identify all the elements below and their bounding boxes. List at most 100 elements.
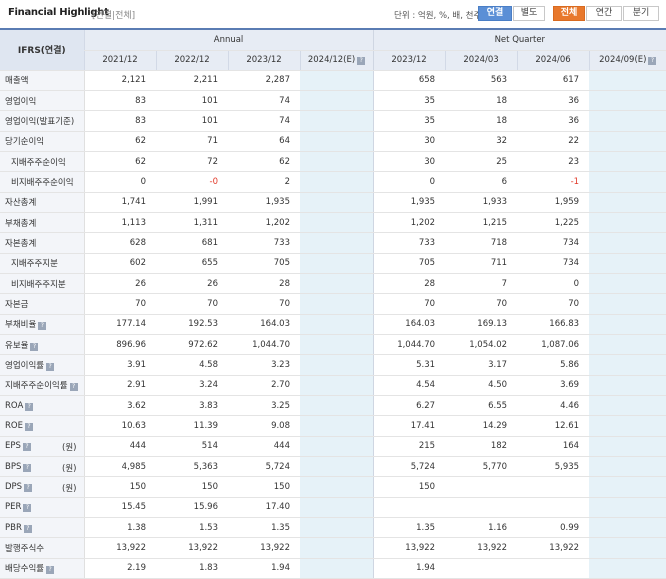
row-label[interactable]: 배당수익률? — [0, 558, 85, 579]
table-cell — [589, 110, 666, 132]
row-label-text: 비지배주주지분 — [11, 279, 66, 290]
table-cell: 6.55 — [445, 395, 518, 417]
help-icon[interactable]: ? — [23, 504, 32, 513]
row-label[interactable]: PER? — [0, 497, 85, 519]
table-cell — [300, 436, 374, 458]
table-row: 지배주주지분 602 655 705 705 711 734 — [0, 253, 666, 274]
table-row: 영업이익 83 101 74 35 18 36 — [0, 90, 666, 112]
table-cell: 1,935 — [228, 192, 300, 213]
help-icon[interactable]: ? — [46, 566, 55, 575]
help-icon[interactable]: ? — [30, 342, 39, 351]
help-icon[interactable]: ? — [22, 443, 31, 452]
row-label[interactable]: ROA? — [0, 395, 85, 417]
table-cell: 4.54 — [372, 375, 446, 397]
table-row: 부채비율? 177.14 192.53 164.03 164.03 169.13 166.8… — [0, 314, 666, 335]
table-cell: 26 — [84, 273, 156, 295]
table-cell — [300, 558, 374, 579]
table-cell: 2.19 — [84, 558, 156, 579]
table-cell: 1,202 — [372, 212, 446, 234]
table-cell: 602 — [84, 253, 156, 274]
table-cell: 22 — [517, 131, 590, 152]
help-icon[interactable]: ? — [24, 423, 33, 432]
row-label[interactable]: ROE? — [0, 415, 85, 437]
table-cell: 74 — [228, 90, 300, 112]
period-quarter-button[interactable]: 분기 — [623, 6, 659, 21]
table-cell: 1,054.02 — [445, 334, 518, 356]
column-header-label: 2023/12 — [246, 55, 282, 65]
table-cell: 972.62 — [156, 334, 228, 356]
table-cell — [589, 232, 666, 254]
scope-consolidated-button[interactable]: 연결 — [478, 6, 512, 21]
table-cell: 658 — [372, 70, 446, 91]
row-label[interactable]: 유보율? — [0, 334, 85, 356]
table-cell: 35 — [372, 110, 446, 132]
row-label[interactable]: PBR? — [0, 517, 85, 539]
table-cell: 1,044.70 — [372, 334, 446, 356]
column-header-label: 2024/09(E) — [599, 55, 647, 65]
row-label-text: 자본금 — [5, 299, 29, 310]
estimate-info-icon[interactable]: ? — [648, 57, 657, 65]
help-icon[interactable]: ? — [24, 484, 33, 493]
table-cell: 192.53 — [156, 314, 228, 335]
table-cell: 4.46 — [517, 395, 590, 417]
table-row: PBR? 1.38 1.53 1.35 1.35 1.16 0.99 — [0, 517, 666, 539]
table-cell: 1,113 — [84, 212, 156, 234]
table-cell: 74 — [228, 110, 300, 132]
table-cell — [589, 375, 666, 397]
row-label[interactable]: DPS? (원) — [0, 476, 85, 498]
help-icon[interactable]: ? — [46, 362, 55, 371]
row-label[interactable]: 지배주주순이익률? — [0, 375, 85, 397]
row-label[interactable]: 부채비율? — [0, 314, 85, 335]
row-label[interactable]: EPS? (원) — [0, 436, 85, 458]
help-icon[interactable]: ? — [69, 383, 78, 392]
table-cell: 26 — [156, 273, 228, 295]
help-icon[interactable]: ? — [23, 463, 32, 472]
table-cell — [589, 293, 666, 315]
period-all-button[interactable]: 전체 — [553, 6, 585, 21]
column-header: 2024/12(E)? — [299, 50, 374, 71]
table-cell: 150 — [156, 476, 228, 498]
table-cell — [300, 517, 374, 539]
table-cell: 150 — [228, 476, 300, 498]
table-row: 지배주주순이익률? 2.91 3.24 2.70 4.54 4.50 3.69 — [0, 375, 666, 397]
row-label[interactable]: 영업이익률? — [0, 354, 85, 376]
table-cell: 6 — [445, 171, 518, 193]
row-label[interactable]: BPS? (원) — [0, 456, 85, 478]
table-cell — [445, 497, 518, 519]
table-cell: 1,202 — [228, 212, 300, 234]
table-row: BPS? (원) 4,985 5,363 5,724 5,724 5,770 5,935 — [0, 456, 666, 478]
table-cell — [445, 476, 518, 498]
help-icon[interactable]: ? — [38, 322, 47, 331]
table-row: 지배주주순이익 62 72 62 30 25 23 — [0, 151, 666, 173]
column-header: 2024/06 — [516, 50, 590, 71]
table-cell: 563 — [445, 70, 518, 91]
period-annual-button[interactable]: 연간 — [586, 6, 622, 21]
annual-group-header: Annual — [83, 30, 374, 51]
row-label-text: 자산총계 — [5, 198, 37, 209]
panel-subtitle: [연결|전체] — [92, 11, 136, 21]
table-cell: 23 — [517, 151, 590, 173]
table-cell: 166.83 — [517, 314, 590, 335]
table-cell: 83 — [84, 110, 156, 132]
table-cell — [300, 232, 374, 254]
table-cell: 2.70 — [228, 375, 300, 397]
column-header: 2024/09(E)? — [588, 50, 666, 71]
table-cell: 1,933 — [445, 192, 518, 213]
table-cell: 1.16 — [445, 517, 518, 539]
table-cell — [300, 354, 374, 376]
table-cell: 70 — [372, 293, 446, 315]
table-row: 자본금 70 70 70 70 70 70 — [0, 293, 666, 315]
row-label: 자본금 — [0, 293, 85, 315]
table-cell: 2,121 — [84, 70, 156, 91]
table-row: DPS? (원) 150 150 150 150 — [0, 476, 666, 498]
column-header: 2021/12 — [83, 50, 156, 71]
scope-separate-button[interactable]: 별도 — [513, 6, 545, 21]
table-cell: 3.62 — [84, 395, 156, 417]
table-cell: 5.31 — [372, 354, 446, 376]
estimate-info-icon[interactable]: ? — [357, 57, 366, 65]
column-header-label: 2024/06 — [535, 55, 571, 65]
help-icon[interactable]: ? — [23, 524, 32, 533]
table-cell: 734 — [517, 253, 590, 274]
table-cell — [589, 131, 666, 152]
help-icon[interactable]: ? — [25, 402, 34, 411]
